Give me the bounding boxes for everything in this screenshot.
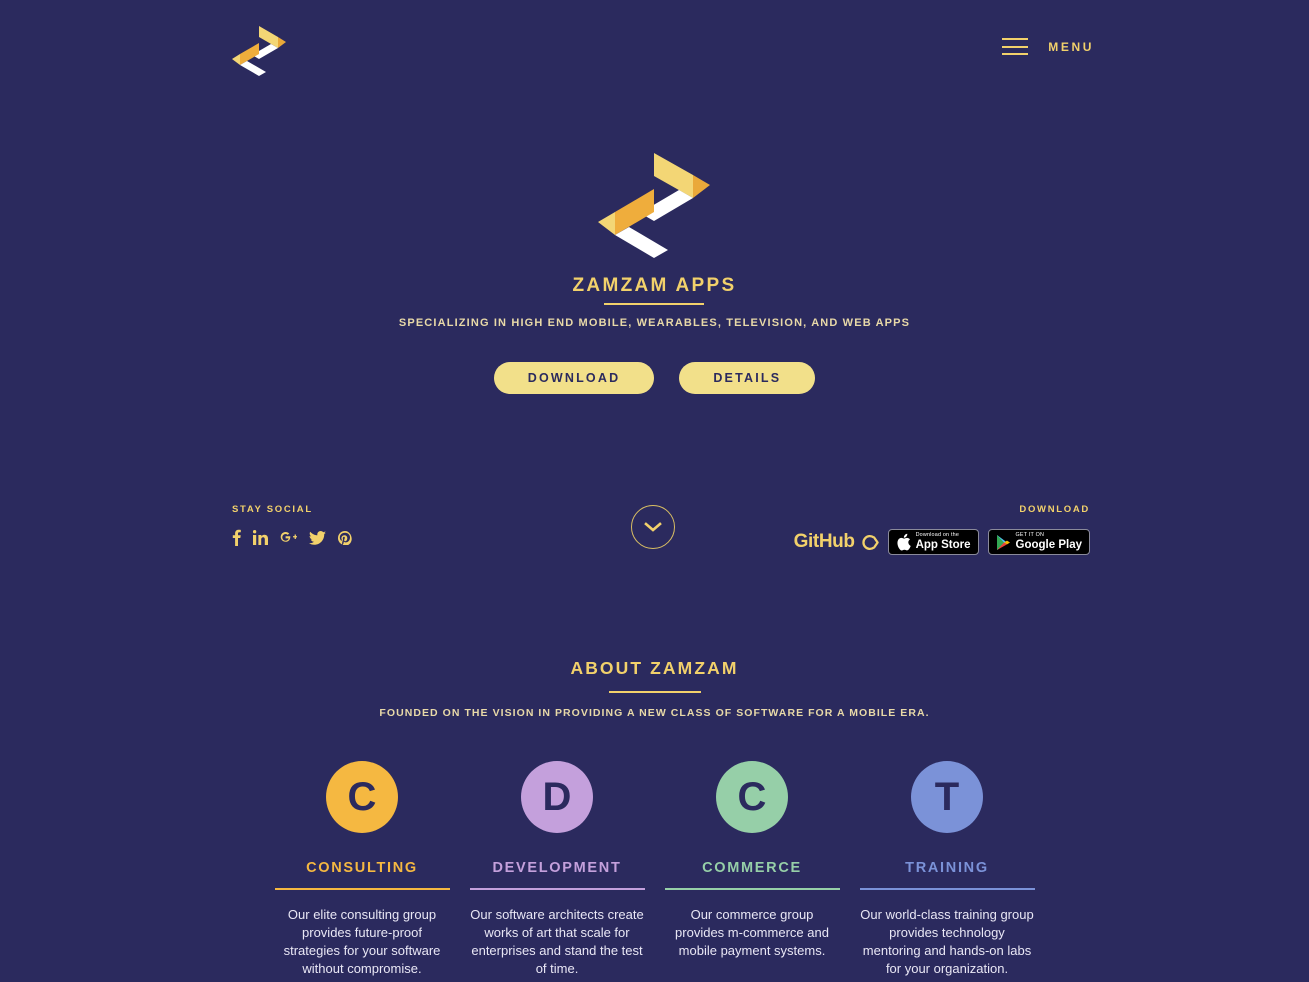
page-title: ZAMZAM APPS: [572, 275, 737, 296]
page-subtitle: SPECIALIZING IN HIGH END MOBILE, WEARABL…: [398, 317, 911, 329]
service-card-training[interactable]: T TRAINING Our world-class training grou…: [850, 761, 1045, 978]
consulting-description: Our elite consulting group provides futu…: [283, 907, 441, 976]
development-description: Our software architects create works of …: [470, 907, 644, 976]
social-block: STAY SOCIAL: [232, 504, 352, 546]
github-label: GitHub: [793, 531, 855, 552]
training-initial-badge: T: [911, 761, 983, 833]
chevron-down-icon: [644, 522, 662, 532]
consulting-title: CONSULTING: [306, 860, 418, 876]
about-section: ABOUT ZAMZAM FOUNDED ON THE VISION IN PR…: [0, 620, 1309, 978]
app-store-small-label: Download on the: [915, 531, 960, 538]
store-badge-row: GitHub Download on the App Store GET IT …: [794, 529, 1090, 555]
consulting-initial-badge: C: [326, 761, 398, 833]
scroll-down-button[interactable]: [631, 505, 675, 549]
service-card-development[interactable]: D DEVELOPMENT Our software architects cr…: [460, 761, 655, 978]
pinterest-icon[interactable]: [338, 530, 352, 545]
about-subtitle: FOUNDED ON THE VISION IN PROVIDING A NEW…: [379, 707, 930, 719]
download-button[interactable]: DOWNLOAD: [493, 362, 655, 394]
commerce-title: COMMERCE: [702, 860, 802, 876]
download-caption: DOWNLOAD: [1019, 504, 1090, 515]
commerce-rule: [664, 888, 840, 890]
app-store-badge[interactable]: Download on the App Store: [887, 529, 979, 555]
service-card-consulting[interactable]: C CONSULTING Our elite consulting group …: [265, 761, 460, 978]
social-icon-list: [232, 529, 352, 546]
github-link[interactable]: GitHub: [794, 531, 879, 553]
google-play-big-label: Google Play: [1015, 538, 1082, 551]
training-description: Our world-class training group provides …: [860, 907, 1034, 976]
google-play-icon: [996, 534, 1010, 550]
landing-page: MENU ZAMZAM APPS SPECIALIZING IN HIGH EN…: [0, 0, 1309, 982]
hero-logo-icon: [592, 145, 716, 267]
google-plus-icon[interactable]: [280, 530, 297, 545]
training-rule: [859, 888, 1035, 890]
google-play-small-label: GET IT ON: [1015, 531, 1045, 538]
about-divider: [608, 691, 701, 693]
download-block: DOWNLOAD GitHub Download on the App Stor…: [794, 504, 1090, 555]
hero-section: ZAMZAM APPS SPECIALIZING IN HIGH END MOB…: [0, 0, 1309, 620]
app-store-big-label: App Store: [915, 538, 971, 551]
service-card-commerce[interactable]: C COMMERCE Our commerce group provides m…: [655, 761, 850, 978]
development-initial-badge: D: [521, 761, 593, 833]
linkedin-icon[interactable]: [253, 530, 268, 545]
training-title: TRAINING: [905, 860, 989, 876]
google-play-badge[interactable]: GET IT ON Google Play: [987, 529, 1090, 555]
service-card-list: C CONSULTING Our elite consulting group …: [0, 761, 1309, 978]
commerce-description: Our commerce group provides m-commerce a…: [675, 907, 829, 958]
facebook-icon[interactable]: [232, 529, 241, 546]
development-rule: [469, 888, 645, 890]
github-mark-icon: [861, 534, 879, 550]
title-divider: [604, 303, 704, 305]
development-title: DEVELOPMENT: [492, 860, 622, 876]
social-caption: STAY SOCIAL: [232, 504, 313, 515]
apple-icon: [897, 533, 911, 551]
consulting-rule: [274, 888, 450, 890]
about-title: ABOUT ZAMZAM: [570, 658, 739, 678]
twitter-icon[interactable]: [309, 530, 326, 545]
details-button[interactable]: DETAILS: [679, 362, 816, 394]
commerce-initial-badge: C: [716, 761, 788, 833]
hero-actions: DOWNLOAD DETAILS: [0, 362, 1309, 394]
